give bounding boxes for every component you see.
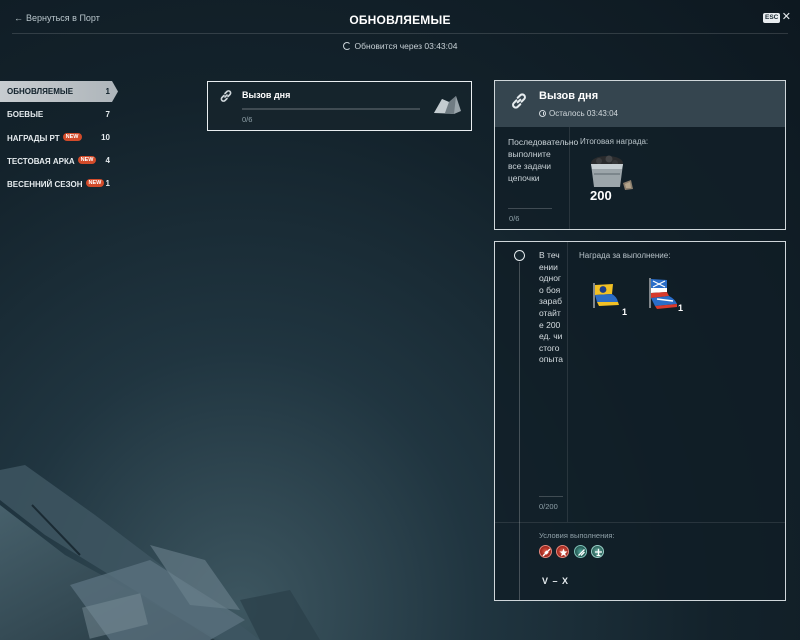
chain-progress-text: 0/6	[242, 115, 253, 124]
chain-detail-header: Вызов дня Осталось 03:43:04	[495, 81, 785, 127]
sidebar-item-count: 1	[105, 87, 110, 96]
new-badge: NEW	[77, 156, 97, 164]
page-title: ОБНОВЛЯЕМЫЕ	[349, 13, 451, 27]
sidebar-item-rt-rewards[interactable]: НАГРАДЫ РТ NEW 10	[0, 127, 118, 148]
refresh-icon	[342, 42, 351, 50]
ore-icon	[432, 94, 462, 121]
refresh-timer: Обновится через 03:43:04	[0, 41, 800, 51]
task-panel: В течении одного боя заработайте 200 ед.…	[494, 241, 786, 601]
sidebar-item-count: 10	[101, 133, 110, 142]
destroyer-icon	[574, 545, 587, 558]
close-button[interactable]: ESC ✕	[763, 11, 791, 24]
divider	[495, 522, 785, 523]
cruiser-icon	[556, 545, 569, 558]
signal-flag-yellow-icon	[593, 283, 619, 308]
chain-description: Последовательно выполните все задачи цеп…	[508, 137, 579, 183]
sidebar-item-count: 4	[105, 156, 110, 165]
clock-icon	[539, 110, 546, 117]
tier-range: V – X	[542, 576, 570, 586]
sidebar-item-combat[interactable]: БОЕВЫЕ 7	[0, 104, 118, 125]
link-icon	[510, 92, 528, 115]
reward-signal-flag-2[interactable]: 1	[647, 276, 683, 313]
refresh-timer-text: Обновится через 03:43:04	[354, 41, 458, 51]
new-badge: NEW	[85, 179, 105, 187]
sidebar-item-label: ТЕСТОВАЯ АРКА	[7, 157, 75, 166]
sidebar-item-count: 7	[105, 110, 110, 119]
task-reward-label: Награда за выполнение:	[579, 251, 671, 260]
chain-detail-progress: 0/6	[509, 214, 520, 223]
sidebar-item-count: 1	[105, 179, 110, 188]
final-reward-label: Итоговая награда:	[580, 137, 649, 146]
divider	[508, 208, 552, 209]
chain-card-daily-challenge[interactable]: Вызов дня 0/6	[207, 81, 472, 131]
battleship-icon	[539, 545, 552, 558]
chain-progress-bar	[242, 108, 420, 110]
close-icon: ✕	[781, 11, 791, 23]
final-reward-item[interactable]: 200	[587, 153, 635, 203]
divider	[567, 242, 568, 522]
task-description: В течении одного боя заработайте 200 ед.…	[539, 250, 563, 365]
coal-cart-icon	[591, 155, 633, 190]
sidebar-item-updatable[interactable]: ОБНОВЛЯЕМЫЕ 1	[0, 81, 118, 102]
final-reward-amount: 200	[590, 188, 612, 203]
link-icon	[219, 89, 233, 108]
sidebar-item-label: ВЕСЕННИЙ СЕЗОН	[7, 180, 83, 189]
reward-quantity: 1	[621, 307, 627, 317]
task-status-circle	[514, 250, 525, 261]
time-remaining: Осталось 03:43:04	[539, 109, 618, 118]
chain-detail-title: Вызов дня	[539, 90, 599, 102]
conditions-label: Условия выполнения:	[539, 531, 615, 540]
header-divider	[12, 33, 788, 34]
reward-signal-flag-1[interactable]: 1	[591, 280, 627, 317]
sidebar-item-label: ОБНОВЛЯЕМЫЕ	[7, 87, 74, 96]
aircraft-carrier-icon	[591, 545, 604, 558]
chain-card-title: Вызов дня	[242, 90, 291, 100]
sidebar-item-label: БОЕВЫЕ	[7, 110, 44, 119]
divider	[539, 496, 563, 497]
time-remaining-text: Осталось 03:43:04	[549, 109, 618, 118]
signal-flag-blue-red-icon	[649, 278, 677, 309]
new-badge: NEW	[62, 133, 82, 141]
chain-detail-panel: Вызов дня Осталось 03:43:04 Последовател…	[494, 80, 786, 230]
sidebar-item-spring-season[interactable]: ВЕСЕННИЙ СЕЗОН NEW 1	[0, 173, 118, 194]
task-progress: 0/200	[539, 502, 558, 511]
sidebar-item-test-arc[interactable]: ТЕСТОВАЯ АРКА NEW 4	[0, 150, 118, 171]
esc-key-hint: ESC	[763, 13, 781, 23]
divider	[569, 127, 570, 229]
reward-quantity: 1	[677, 303, 683, 313]
sidebar-item-label: НАГРАДЫ РТ	[7, 134, 60, 143]
task-timeline-line	[519, 262, 520, 600]
